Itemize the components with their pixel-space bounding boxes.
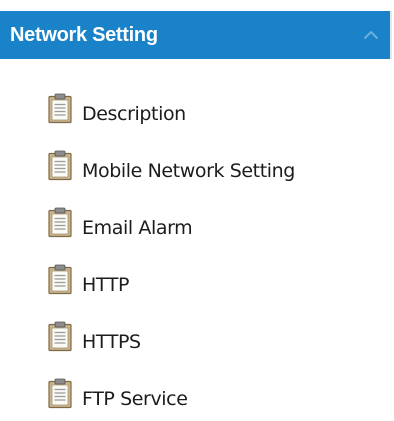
panel-title: Network Setting — [10, 24, 158, 46]
clipboard-icon — [46, 321, 76, 353]
network-setting-menu: Description Mobile Network Setting Email… — [46, 93, 295, 421]
chevron-up-icon[interactable] — [362, 26, 380, 44]
menu-item-label: HTTP — [82, 274, 130, 296]
menu-item-label: Mobile Network Setting — [82, 160, 295, 182]
clipboard-icon — [46, 378, 76, 410]
menu-item-label: HTTPS — [82, 331, 141, 353]
clipboard-icon — [46, 207, 76, 239]
panel-header[interactable]: Network Setting — [0, 11, 392, 59]
menu-item-mobile-network-setting[interactable]: Mobile Network Setting — [46, 150, 295, 207]
menu-item-https[interactable]: HTTPS — [46, 321, 295, 378]
menu-item-label: FTP Service — [82, 388, 188, 410]
menu-item-http[interactable]: HTTP — [46, 264, 295, 321]
menu-item-description[interactable]: Description — [46, 93, 295, 150]
clipboard-icon — [46, 150, 76, 182]
menu-item-label: Email Alarm — [82, 217, 193, 239]
menu-item-label: Description — [82, 103, 186, 125]
menu-item-email-alarm[interactable]: Email Alarm — [46, 207, 295, 264]
menu-item-ftp-service[interactable]: FTP Service — [46, 378, 295, 421]
network-setting-panel: Network Setting Description Mobile Netwo… — [0, 0, 394, 421]
clipboard-icon — [46, 264, 76, 296]
clipboard-icon — [46, 93, 76, 125]
